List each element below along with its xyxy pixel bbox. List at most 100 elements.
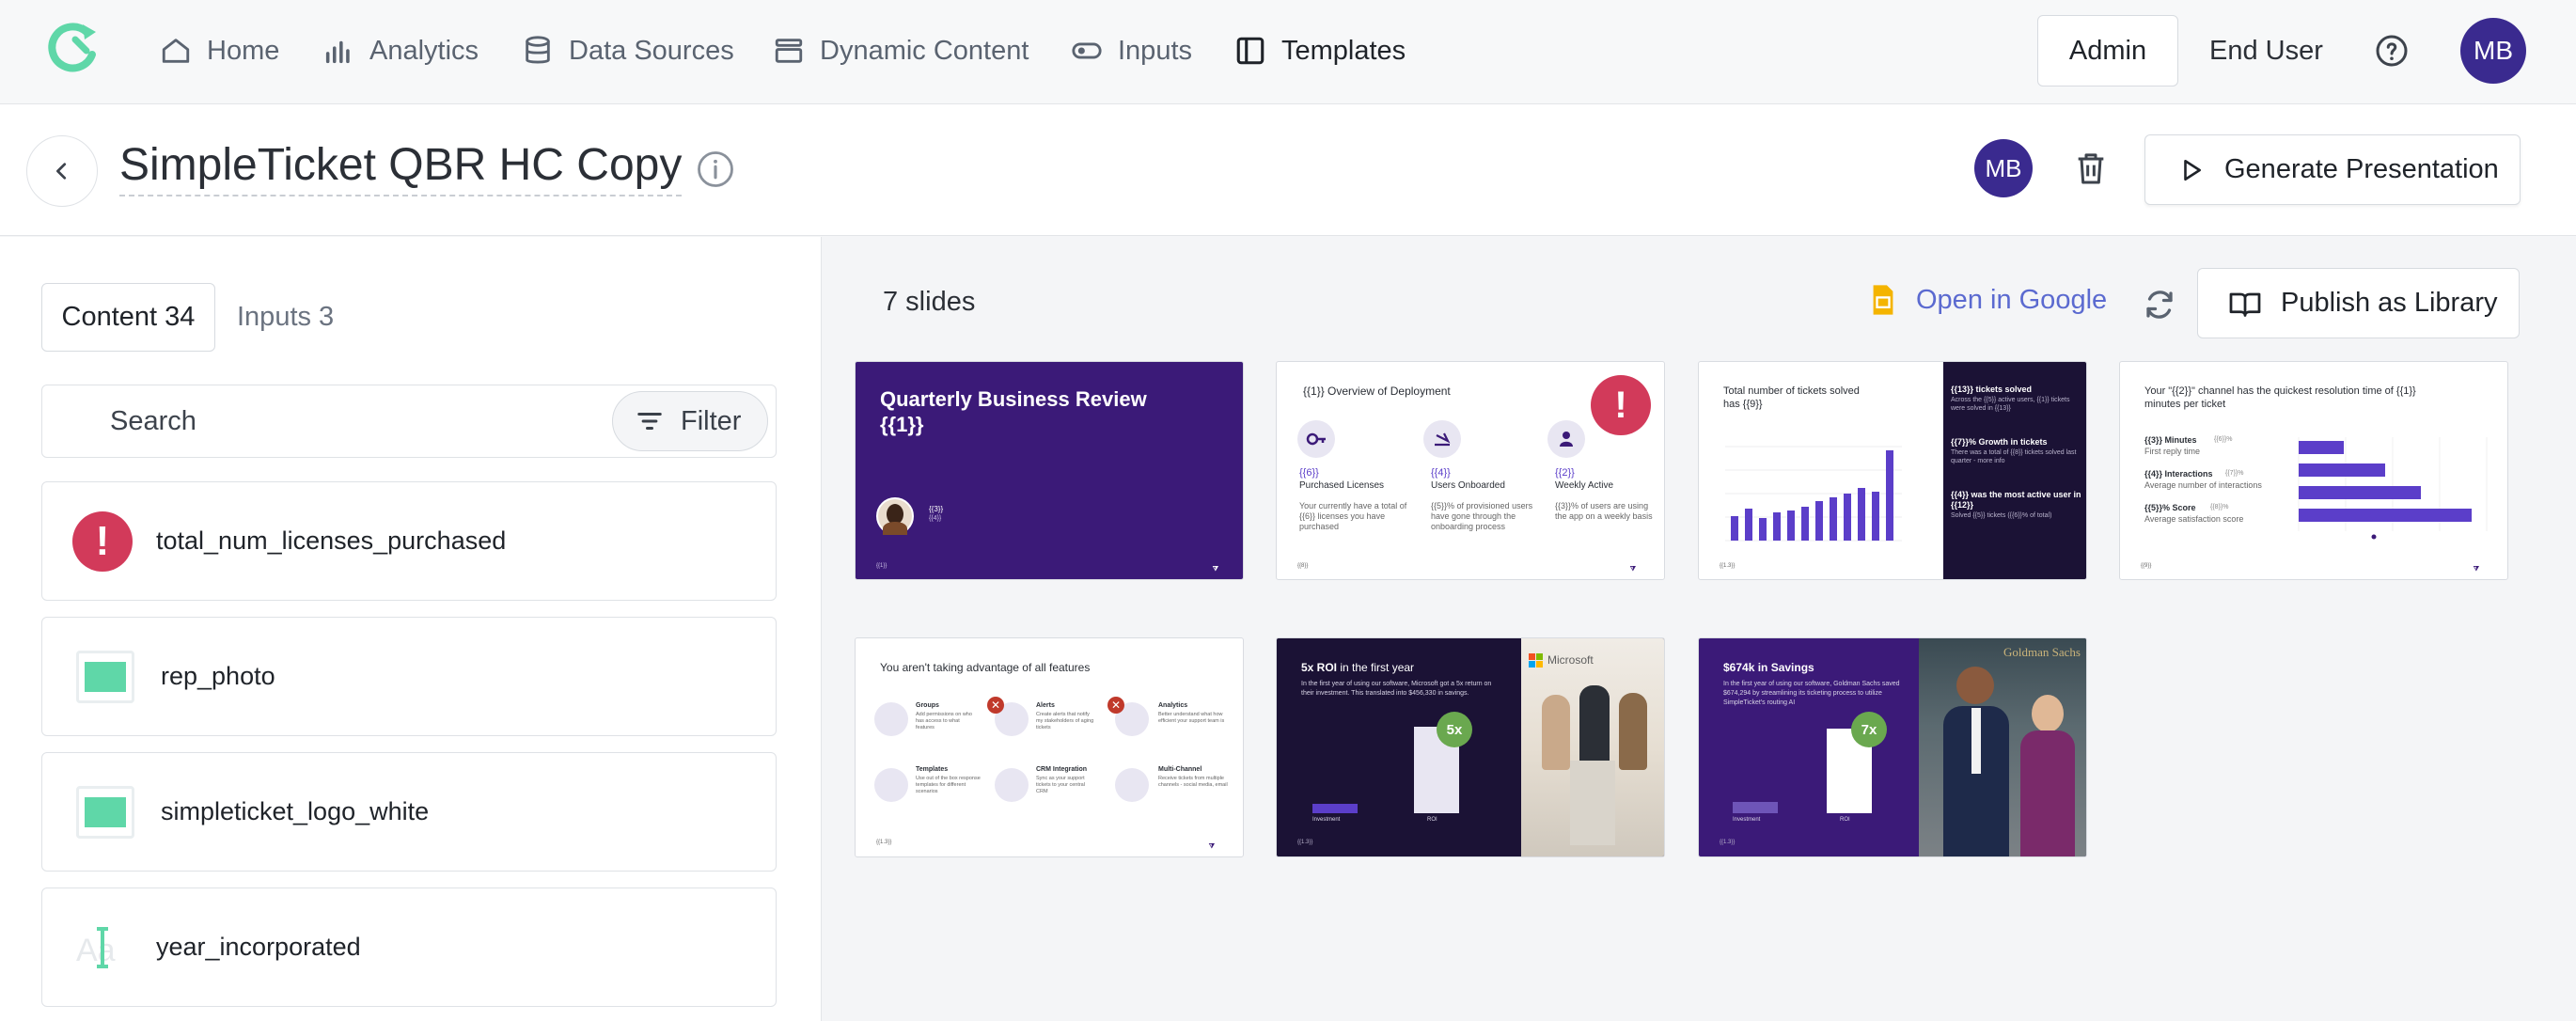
- alert-icon: !: [72, 510, 133, 572]
- simpleticket-logo: ⧩: [1208, 843, 1215, 850]
- nav-templates[interactable]: Templates: [1234, 24, 1406, 77]
- slide-title: Quarterly Business Review {{1}}: [880, 387, 1147, 436]
- generate-presentation-label: Generate Presentation: [2224, 154, 2499, 184]
- toggle-icon: [1072, 42, 1102, 59]
- slide-thumbnail-2[interactable]: {{1}} Overview of Deployment ! {{6}} Pur…: [1276, 361, 1665, 580]
- top-nav: Home Analytics Data Sources Dynamic Cont…: [0, 0, 2576, 104]
- open-in-google-label: Open in Google: [1916, 284, 2108, 315]
- search-input[interactable]: [110, 401, 636, 442]
- nav-dynamic-content-label: Dynamic Content: [820, 35, 1029, 66]
- owner-avatar[interactable]: MB: [1974, 139, 2033, 197]
- tickets-bar-chart: [1725, 446, 1902, 542]
- nav-analytics-label: Analytics: [369, 35, 479, 66]
- trash-icon[interactable]: [2072, 149, 2110, 188]
- list-item[interactable]: Aa year_incorporated: [41, 887, 777, 1007]
- simpleticket-logo: ⧩: [2473, 566, 2479, 573]
- roi-badge: 7x: [1851, 712, 1887, 747]
- slide-title: {{1}} Overview of Deployment: [1303, 385, 1451, 398]
- business-people-photo: [1919, 638, 2086, 856]
- microsoft-logo: [1529, 653, 1544, 668]
- nav-templates-label: Templates: [1281, 35, 1406, 66]
- refresh-icon[interactable]: [2143, 288, 2176, 322]
- slide-thumbnail-1[interactable]: Quarterly Business Review {{1}} {{3}} {{…: [855, 361, 1244, 580]
- play-icon: [2184, 159, 2201, 181]
- generate-presentation-button[interactable]: Generate Presentation: [2144, 134, 2521, 205]
- templates-icon: [874, 768, 908, 802]
- groups-icon: [874, 702, 908, 736]
- open-in-google-link[interactable]: Open in Google: [1871, 284, 2107, 316]
- slide-thumbnail-4[interactable]: Your "{{2}}" channel has the quickest re…: [2119, 361, 2508, 580]
- nav-dynamic-content[interactable]: Dynamic Content: [773, 24, 1029, 77]
- list-item-label: year_incorporated: [156, 933, 361, 961]
- list-item-label: total_num_licenses_purchased: [156, 526, 507, 555]
- end-user-toggle-button[interactable]: End User: [2209, 15, 2323, 86]
- list-item[interactable]: rep_photo: [41, 617, 777, 736]
- filter-icon: [637, 413, 662, 430]
- back-button[interactable]: [26, 135, 98, 207]
- nav-data-sources[interactable]: Data Sources: [522, 24, 734, 77]
- resolution-bar-chart: [2298, 437, 2488, 540]
- alert-icon: !: [1591, 375, 1651, 435]
- slide-title: Total number of tickets solved has {{9}}: [1723, 385, 1860, 410]
- close-icon: ✕: [1107, 697, 1124, 714]
- publish-as-library-button[interactable]: Publish as Library: [2197, 268, 2520, 338]
- app-logo-icon[interactable]: [45, 19, 105, 79]
- tab-content[interactable]: Content 34: [41, 283, 215, 352]
- info-icon[interactable]: [696, 149, 735, 189]
- investment-bar: [1733, 802, 1778, 813]
- tab-inputs[interactable]: Inputs 3: [237, 283, 334, 352]
- admin-toggle-button[interactable]: Admin: [2037, 15, 2178, 86]
- slide-title: 5x ROI in the first year: [1301, 661, 1415, 674]
- list-item-label: simpleticket_logo_white: [161, 797, 430, 825]
- simpleticket-logo: ⧩: [1629, 566, 1636, 573]
- stats-panel: [1943, 362, 2086, 579]
- cloud-icon: [995, 768, 1029, 802]
- slide-thumbnail-6[interactable]: 5x ROI in the first year In the first ye…: [1276, 637, 1665, 857]
- filter-label: Filter: [681, 405, 742, 436]
- rep-photo: [876, 497, 914, 535]
- office-photo: [1521, 638, 1664, 856]
- roi-badge: 5x: [1437, 712, 1472, 747]
- svg-text:Aa: Aa: [76, 933, 116, 968]
- nav-home-label: Home: [207, 35, 280, 66]
- simpleticket-logo: ⧩: [1212, 566, 1218, 573]
- close-icon: ✕: [987, 697, 1004, 714]
- list-item[interactable]: simpleticket_logo_white: [41, 752, 777, 872]
- open-book-icon: [2229, 292, 2261, 317]
- google-slides-icon: [1873, 285, 1893, 315]
- search-box: Filter: [41, 385, 777, 458]
- user-icon: [1547, 420, 1585, 458]
- text-type-icon: Aa: [76, 926, 116, 968]
- nav-analytics[interactable]: Analytics: [322, 24, 479, 77]
- home-icon: [162, 39, 190, 63]
- template-title[interactable]: SimpleTicket QBR HC Copy: [119, 139, 683, 196]
- slide-thumbnail-5[interactable]: You aren't taking advantage of all featu…: [855, 637, 1244, 857]
- image-icon: [76, 785, 134, 839]
- multichannel-icon: [1115, 768, 1149, 802]
- slides-count: 7 slides: [883, 287, 976, 317]
- slide-thumbnail-7[interactable]: $674k in Savings In the first year of us…: [1698, 637, 2087, 857]
- analytics-icon: [325, 40, 350, 64]
- book-icon: [1236, 37, 1264, 65]
- slide-thumbnail-3[interactable]: Total number of tickets solved has {{9}}…: [1698, 361, 2087, 580]
- chevron-left-icon: [56, 163, 67, 180]
- image-icon: [76, 650, 134, 703]
- database-icon: [526, 36, 550, 64]
- nav-inputs[interactable]: Inputs: [1071, 24, 1192, 77]
- help-icon[interactable]: [2375, 34, 2409, 68]
- key-icon: [1297, 420, 1335, 458]
- slide-title: Your "{{2}}" channel has the quickest re…: [2144, 385, 2416, 410]
- nav-data-sources-label: Data Sources: [569, 35, 734, 66]
- slide-title: $674k in Savings: [1723, 661, 1814, 674]
- onboard-icon: [1423, 420, 1461, 458]
- nav-home[interactable]: Home: [160, 24, 279, 77]
- investment-bar: [1312, 804, 1358, 813]
- filter-button[interactable]: Filter: [612, 391, 768, 451]
- list-item-label: rep_photo: [161, 662, 275, 690]
- stack-icon: [775, 39, 803, 63]
- nav-inputs-label: Inputs: [1118, 35, 1192, 66]
- user-avatar[interactable]: MB: [2460, 18, 2526, 84]
- publish-as-library-label: Publish as Library: [2281, 288, 2498, 318]
- list-item[interactable]: ! total_num_licenses_purchased: [41, 481, 777, 601]
- slide-title: You aren't taking advantage of all featu…: [880, 661, 1091, 674]
